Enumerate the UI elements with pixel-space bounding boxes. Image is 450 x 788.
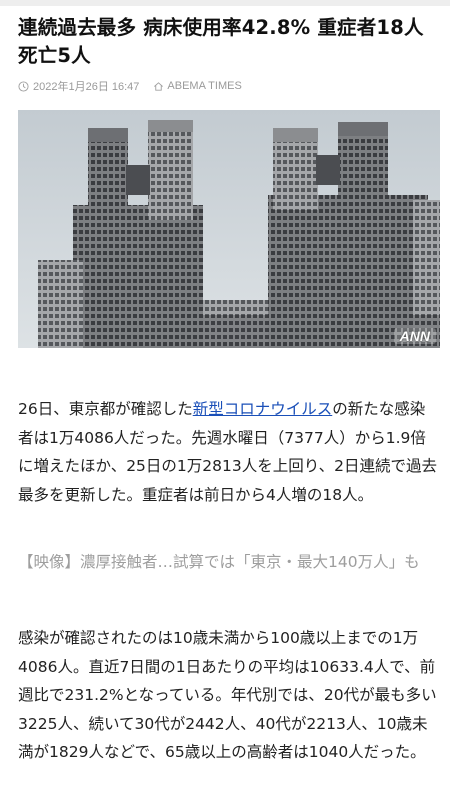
paragraph-1: 26日、東京都が確認した新型コロナウイルスの新たな感染者は1万4086人だった。… [18,395,438,509]
related-video-link[interactable]: 【映像】濃厚接触者…試算では「東京・最大140万人」も [18,548,438,576]
article-photo[interactable]: ANN [18,110,440,348]
photo-credit: ANN [393,328,436,344]
article-meta: 2022年1月26日 16:47 ABEMA TIMES [18,78,242,94]
house-icon [154,81,164,91]
top-bar [0,0,450,6]
building-image [18,110,440,348]
article-source[interactable]: ABEMA TIMES [153,80,242,92]
clock-icon [18,80,29,92]
source-name: ABEMA TIMES [167,80,242,92]
paragraph-2: 感染が確認されたのは10歳未満から100歳以上までの1万4086人。直近7日間の… [18,629,437,761]
article-title: 連続過去最多 病床使用率42.8% 重症者18人 死亡5人 [18,16,424,67]
covid-link[interactable]: 新型コロナウイルス [193,400,333,418]
article-date: 2022年1月26日 16:47 [33,81,140,93]
paragraph-1-before: 26日、東京都が確認した [18,400,193,418]
